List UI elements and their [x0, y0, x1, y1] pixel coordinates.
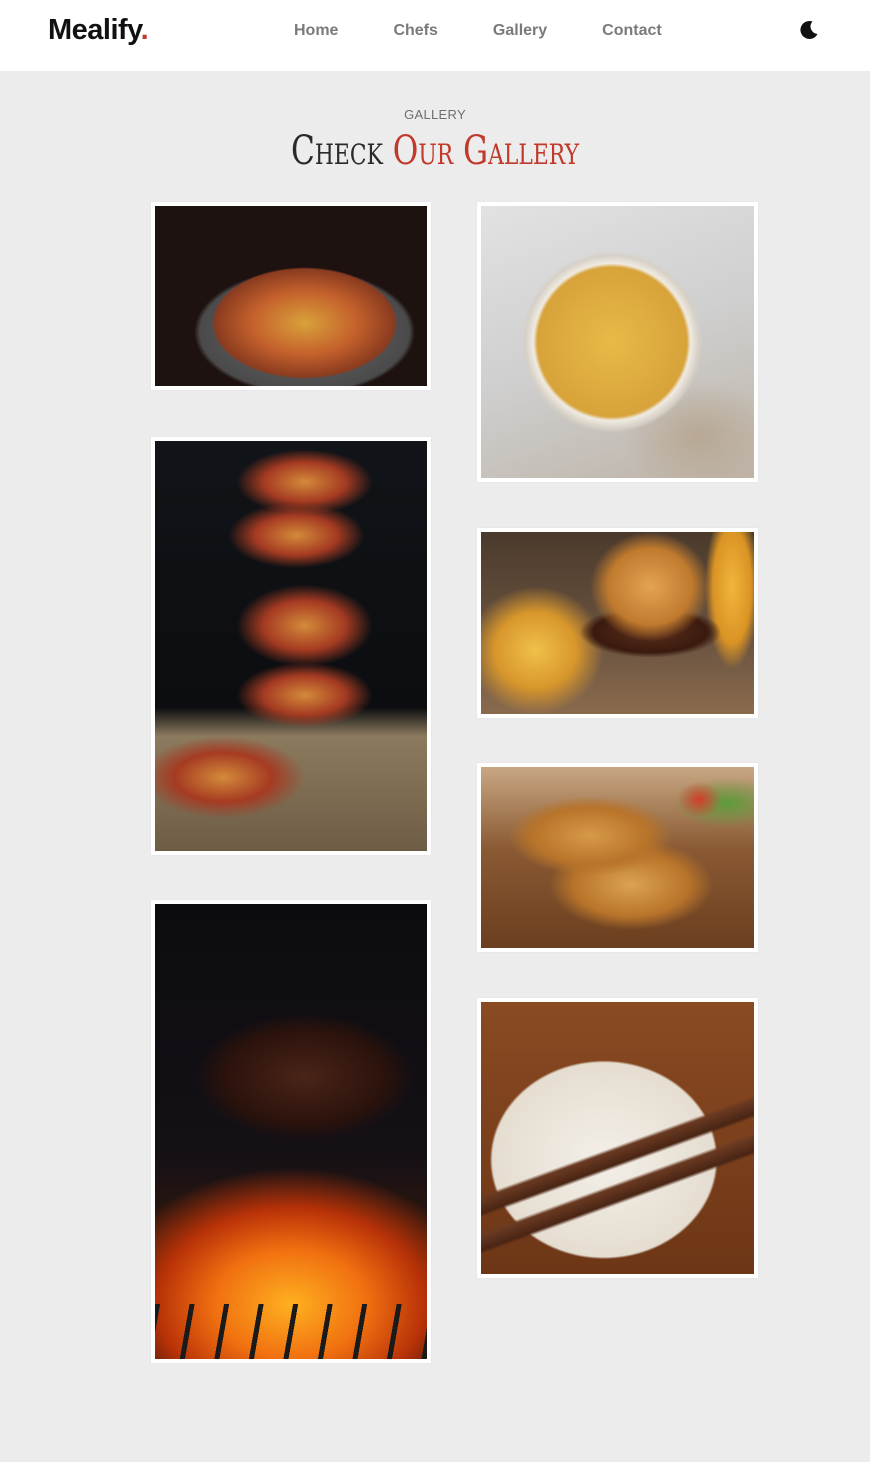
logo-dot: . [140, 14, 149, 46]
section-title: Check Our Gallery [96, 128, 775, 174]
logo[interactable]: Mealify. [48, 14, 149, 47]
section-label: GALLERY [404, 107, 466, 122]
gallery-image [481, 1002, 754, 1274]
nav-link-chefs[interactable]: Chefs [393, 22, 437, 40]
gallery-image [481, 206, 754, 478]
gallery-image [155, 441, 427, 851]
title-part-check: Check [290, 128, 383, 174]
gallery-item-burger[interactable] [477, 528, 758, 718]
site-header: Mealify. Home Chefs Gallery Contact [0, 0, 870, 71]
gallery-item-floating-pizza[interactable] [151, 437, 431, 855]
nav-link-gallery[interactable]: Gallery [493, 22, 547, 40]
gallery-image [155, 206, 427, 386]
gallery-item-tortilla[interactable] [477, 202, 758, 482]
gallery-image [155, 904, 427, 1359]
gallery-image [481, 532, 754, 714]
gallery-item-pizza-pan[interactable] [151, 202, 431, 390]
nav-link-contact[interactable]: Contact [602, 22, 662, 40]
gallery-item-kebab[interactable] [477, 998, 758, 1278]
moon-icon[interactable] [798, 19, 820, 41]
logo-text: Mealify [48, 14, 141, 46]
title-part-our-gallery: Our Gallery [392, 128, 579, 174]
gallery-image [481, 767, 754, 948]
nav-link-home[interactable]: Home [294, 22, 338, 40]
gallery-item-grilled-steak[interactable] [151, 900, 431, 1363]
main-nav: Home Chefs Gallery Contact [294, 22, 662, 40]
gallery-item-fried-chicken[interactable] [477, 763, 758, 952]
